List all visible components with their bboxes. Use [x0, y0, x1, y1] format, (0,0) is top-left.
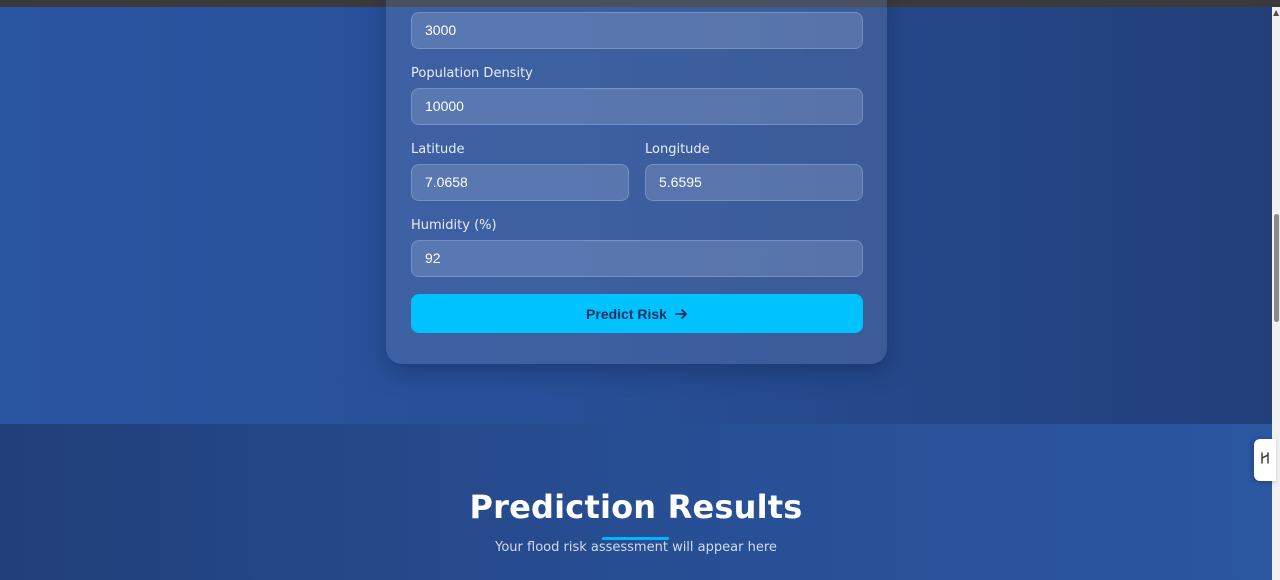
results-subtitle: Your flood risk assessment will appear h… — [495, 540, 777, 555]
predict-risk-button[interactable]: Predict Risk — [411, 294, 863, 333]
longitude-input[interactable]: 5.6595 — [645, 164, 863, 201]
population-density-label: Population Density — [411, 66, 533, 81]
latitude-input[interactable]: 7.0658 — [411, 164, 629, 201]
side-tool-icon — [1259, 450, 1271, 470]
longitude-label: Longitude — [645, 142, 710, 157]
arrow-right-icon — [675, 308, 688, 320]
scroll-up-arrow-icon[interactable]: ▲ — [1273, 8, 1279, 18]
humidity-input[interactable]: 92 — [411, 240, 863, 277]
humidity-label: Humidity (%) — [411, 218, 497, 233]
population-density-input[interactable]: 10000 — [411, 88, 863, 125]
form-section — [0, 0, 1272, 424]
results-title: Prediction Results — [469, 488, 803, 526]
latitude-label: Latitude — [411, 142, 465, 157]
predict-risk-label: Predict Risk — [586, 305, 667, 322]
scrollbar-thumb[interactable] — [1274, 214, 1279, 322]
side-tool-button[interactable] — [1254, 439, 1276, 481]
previous-field-input[interactable]: 3000 — [411, 12, 863, 49]
